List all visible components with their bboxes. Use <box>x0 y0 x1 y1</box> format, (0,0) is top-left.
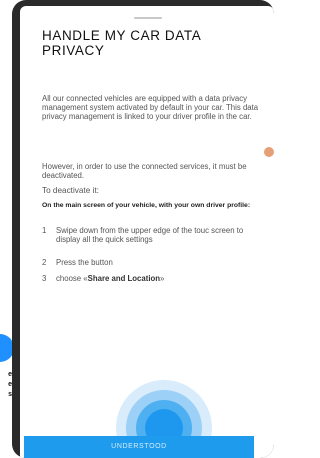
step-text: Swipe down from the upper edge of the to… <box>56 226 244 245</box>
however-paragraph: However, in order to use the connected s… <box>42 162 247 181</box>
background-text-fragment: s <box>8 391 12 398</box>
instruction-heading: On the main screen of your vehicle, with… <box>42 202 251 209</box>
privacy-bottom-sheet: HANDLE MY CAR DATA PRIVACY All our conne… <box>20 6 274 458</box>
step-text: choose «Share and Location» <box>56 274 274 283</box>
understood-button[interactable]: UNDERSTOOD <box>24 436 254 458</box>
phone-frame: HANDLE MY CAR DATA PRIVACY All our conne… <box>12 0 274 458</box>
share-and-location-label: Share and Location <box>87 274 161 283</box>
step-text-suffix: » <box>160 274 165 283</box>
background-orange-dot <box>264 147 274 157</box>
sheet-drag-handle[interactable] <box>134 17 162 19</box>
step-number: 1 <box>42 226 47 235</box>
to-deactivate-label: To deactivate it: <box>42 186 99 195</box>
step-number: 2 <box>42 258 47 267</box>
background-text-fragment: e <box>8 371 12 378</box>
step-text: Press the button <box>56 258 113 267</box>
intro-paragraph: All our connected vehicles are equipped … <box>42 94 259 122</box>
sheet-title: HANDLE MY CAR DATA PRIVACY <box>42 28 201 58</box>
step-text-prefix: choose « <box>56 274 88 283</box>
background-text-fragment: e <box>8 381 12 388</box>
step-number: 3 <box>42 274 47 283</box>
